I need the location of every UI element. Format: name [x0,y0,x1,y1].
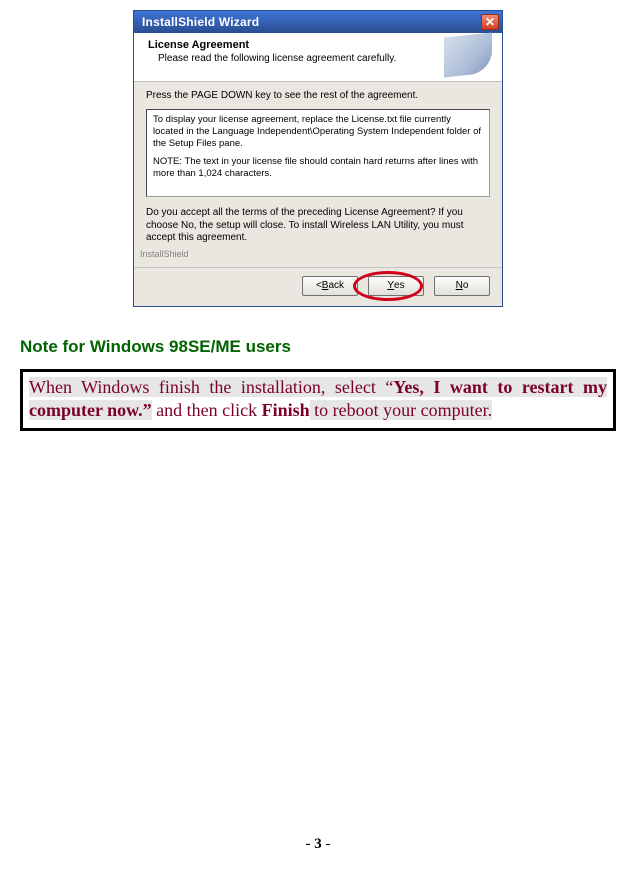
no-button[interactable]: No [434,276,490,296]
license-agreement-subtitle: Please read the following license agreem… [158,53,444,64]
dialog-header-text: License Agreement Please read the follow… [148,39,444,64]
dialog-footer: < Back Yes No [134,267,502,306]
yes-button-u: Y [387,280,394,291]
accept-question: Do you accept all the terms of the prece… [146,207,490,245]
back-button[interactable]: < Back [302,276,358,296]
no-button-rest: o [463,280,469,291]
note-box: When Windows finish the installation, se… [20,369,616,432]
back-button-rest: ack [328,280,344,291]
wizard-graphic-icon [444,32,492,77]
note-mid: and then click [152,400,262,420]
dialog-frame: InstallShield Wizard ✕ License Agreement… [133,10,503,307]
note-post: to reboot your computer. [310,400,492,420]
dialog-titlebar: InstallShield Wizard ✕ [134,11,502,33]
dialog-title: InstallShield Wizard [142,15,259,29]
page-down-instruction: Press the PAGE DOWN key to see the rest … [146,90,490,101]
back-button-u: B [322,280,329,291]
close-icon: ✕ [485,15,495,29]
yes-button[interactable]: Yes [368,276,424,296]
license-text-area[interactable]: To display your license agreement, repla… [146,109,490,197]
note-heading-text: Note for Windows 98SE/ME users [20,337,291,356]
installshield-dialog: InstallShield Wizard ✕ License Agreement… [133,10,503,307]
page-number-value: 3 [314,836,322,852]
note-heading: Note for Windows 98SE/ME users [20,337,616,357]
license-text-p2: NOTE: The text in your license file shou… [153,156,483,180]
note-pre: When Windows finish the installation, se… [29,377,393,397]
license-agreement-title: License Agreement [148,39,444,51]
page-dash-left: - [306,836,315,852]
yes-button-rest: es [394,280,405,291]
page-dash-right: - [322,836,331,852]
note-bold2: Finish [262,400,310,420]
installshield-brand: InstallShield [140,249,490,259]
close-button[interactable]: ✕ [481,14,499,30]
license-text-p1: To display your license agreement, repla… [153,114,483,150]
dialog-header: License Agreement Please read the follow… [134,33,502,82]
dialog-body: Press the PAGE DOWN key to see the rest … [134,82,502,267]
page-number: - 3 - [0,836,636,853]
no-button-u: N [456,280,463,291]
